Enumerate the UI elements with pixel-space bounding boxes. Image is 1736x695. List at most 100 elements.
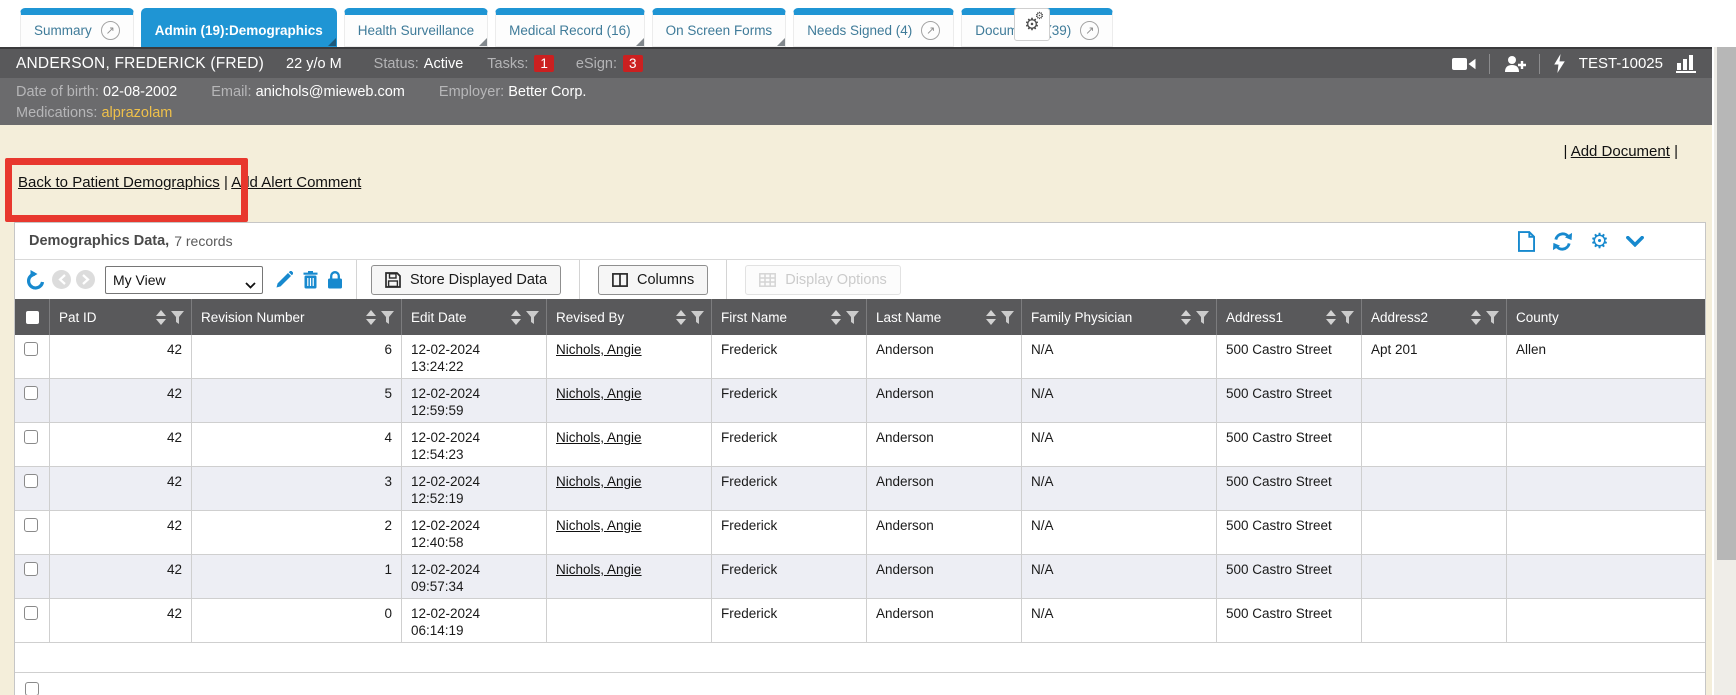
external-link-icon[interactable]: ↗: [101, 21, 120, 40]
columns-button[interactable]: Columns: [598, 265, 708, 295]
row-checkbox[interactable]: [24, 386, 38, 400]
video-camera-icon[interactable]: [1452, 56, 1476, 72]
medications-value[interactable]: alprazolam: [101, 105, 172, 121]
undo-icon[interactable]: [25, 269, 47, 291]
column-header-edit-date[interactable]: Edit Date: [401, 299, 546, 335]
row-checkbox[interactable]: [24, 342, 38, 356]
cell-county: [1506, 423, 1705, 466]
view-select[interactable]: My View: [105, 266, 263, 294]
store-displayed-data-button[interactable]: Store Displayed Data: [371, 265, 561, 295]
sort-icon[interactable]: [511, 310, 521, 325]
person-add-icon[interactable]: [1503, 55, 1526, 73]
tab-health-surveillance[interactable]: Health Surveillance: [344, 8, 488, 47]
filter-funnel-icon[interactable]: [381, 311, 394, 324]
cell-revised-by: Nichols, Angie: [546, 555, 711, 598]
new-document-icon[interactable]: [1518, 231, 1535, 252]
edit-view-pencil-icon[interactable]: [275, 271, 293, 289]
column-header-first-name[interactable]: First Name: [711, 299, 866, 335]
column-header-revision-number[interactable]: Revision Number: [191, 299, 401, 335]
sort-icon[interactable]: [156, 310, 166, 325]
vertical-scrollbar-thumb[interactable]: [1717, 47, 1736, 560]
chart-settings-button[interactable]: ⚙ ⚙: [1014, 8, 1050, 41]
tab-admin-19-demographics[interactable]: Admin (19):Demographics: [141, 8, 337, 47]
delete-view-trash-icon[interactable]: [303, 271, 318, 289]
external-link-icon[interactable]: ↗: [921, 21, 940, 40]
cell-revised-by: Nichols, Angie: [546, 467, 711, 510]
previous-view-button[interactable]: [52, 270, 71, 289]
gear-icon[interactable]: ⚙: [1590, 231, 1609, 252]
row-checkbox[interactable]: [24, 430, 38, 444]
lightning-bolt-icon[interactable]: [1553, 54, 1566, 73]
cell-pat-id: 42: [49, 511, 191, 554]
refresh-icon[interactable]: [1552, 231, 1573, 252]
column-header-address2[interactable]: Address2: [1361, 299, 1506, 335]
cell-revised-by: Nichols, Angie: [546, 335, 711, 378]
tab-needs-signed-4[interactable]: Needs Signed (4) ↗: [793, 8, 954, 47]
panel-title: Demographics Data,: [29, 233, 169, 249]
filter-funnel-icon[interactable]: [1341, 311, 1354, 324]
filter-funnel-icon[interactable]: [691, 311, 704, 324]
bar-chart-icon[interactable]: [1676, 55, 1696, 73]
row-checkbox[interactable]: [24, 562, 38, 576]
sort-icon[interactable]: [676, 310, 686, 325]
filter-funnel-icon[interactable]: [1001, 311, 1014, 324]
sort-icon[interactable]: [986, 310, 996, 325]
lock-view-icon[interactable]: [328, 271, 342, 289]
panel-header: Demographics Data, 7 records ⚙: [15, 223, 1705, 260]
esign-badge[interactable]: 3: [623, 55, 643, 72]
select-all-cell: [15, 299, 49, 335]
column-header-family-physician[interactable]: Family Physician: [1021, 299, 1216, 335]
tab-medical-record-16[interactable]: Medical Record (16): [495, 8, 645, 47]
sort-icon[interactable]: [831, 310, 841, 325]
cell-family-physician: N/A: [1021, 599, 1216, 642]
revised-by-link[interactable]: Nichols, Angie: [556, 562, 642, 577]
sort-icon[interactable]: [366, 310, 376, 325]
column-header-last-name[interactable]: Last Name: [866, 299, 1021, 335]
revised-by-link[interactable]: Nichols, Angie: [556, 430, 642, 445]
select-all-checkbox[interactable]: [26, 311, 39, 324]
cell-address2: Apt 201: [1361, 335, 1506, 378]
tab-on-screen-forms[interactable]: On Screen Forms: [652, 8, 787, 47]
cell-last-name: Anderson: [866, 379, 1021, 422]
filter-funnel-icon[interactable]: [1196, 311, 1209, 324]
column-header-revised-by[interactable]: Revised By: [546, 299, 711, 335]
next-view-button[interactable]: [76, 270, 95, 289]
cell-family-physician: N/A: [1021, 335, 1216, 378]
column-header-label: First Name: [721, 310, 826, 325]
revised-by-link[interactable]: Nichols, Angie: [556, 342, 642, 357]
revised-by-link[interactable]: Nichols, Angie: [556, 386, 642, 401]
row-checkbox[interactable]: [24, 518, 38, 532]
cell-edit-date: 12-02-202406:14:19: [401, 599, 546, 642]
revised-by-link[interactable]: Nichols, Angie: [556, 518, 642, 533]
tab-bar-tabs: Summary ↗ Admin (19):Demographics Health…: [20, 8, 1113, 47]
gears-icon-small: ⚙: [1035, 12, 1044, 22]
row-checkbox[interactable]: [24, 474, 38, 488]
filter-funnel-icon[interactable]: [1486, 311, 1499, 324]
cell-address2: [1361, 379, 1506, 422]
column-header-label: Address2: [1371, 310, 1466, 325]
filter-funnel-icon[interactable]: [846, 311, 859, 324]
add-document-link[interactable]: Add Document: [1571, 143, 1670, 160]
back-to-demographics-link[interactable]: Back to Patient Demographics: [18, 174, 220, 191]
revised-by-link[interactable]: Nichols, Angie: [556, 474, 642, 489]
filter-funnel-icon[interactable]: [526, 311, 539, 324]
add-alert-comment-link[interactable]: Add Alert Comment: [231, 174, 361, 191]
column-header-county[interactable]: County: [1506, 299, 1705, 335]
tab-summary[interactable]: Summary ↗: [20, 8, 134, 47]
column-header-pat-id[interactable]: Pat ID: [49, 299, 191, 335]
tasks-badge[interactable]: 1: [534, 55, 554, 72]
cell-address1: 500 Castro Street: [1216, 379, 1361, 422]
cell-county: Allen: [1506, 335, 1705, 378]
patient-info-bar: Date of birth: 02-08-2002 Email: anichol…: [0, 78, 1712, 125]
chevron-down-icon[interactable]: [1626, 236, 1644, 247]
row-checkbox[interactable]: [24, 606, 38, 620]
footer-checkbox[interactable]: [25, 682, 39, 695]
table-body: 42 6 12-02-202413:24:22 Nichols, Angie F…: [15, 335, 1705, 643]
sort-icon[interactable]: [1326, 310, 1336, 325]
column-header-address1[interactable]: Address1: [1216, 299, 1361, 335]
row-checkbox-cell: [15, 511, 49, 554]
sort-icon[interactable]: [1181, 310, 1191, 325]
sort-icon[interactable]: [1471, 310, 1481, 325]
external-link-icon[interactable]: ↗: [1080, 21, 1099, 40]
filter-funnel-icon[interactable]: [171, 311, 184, 324]
